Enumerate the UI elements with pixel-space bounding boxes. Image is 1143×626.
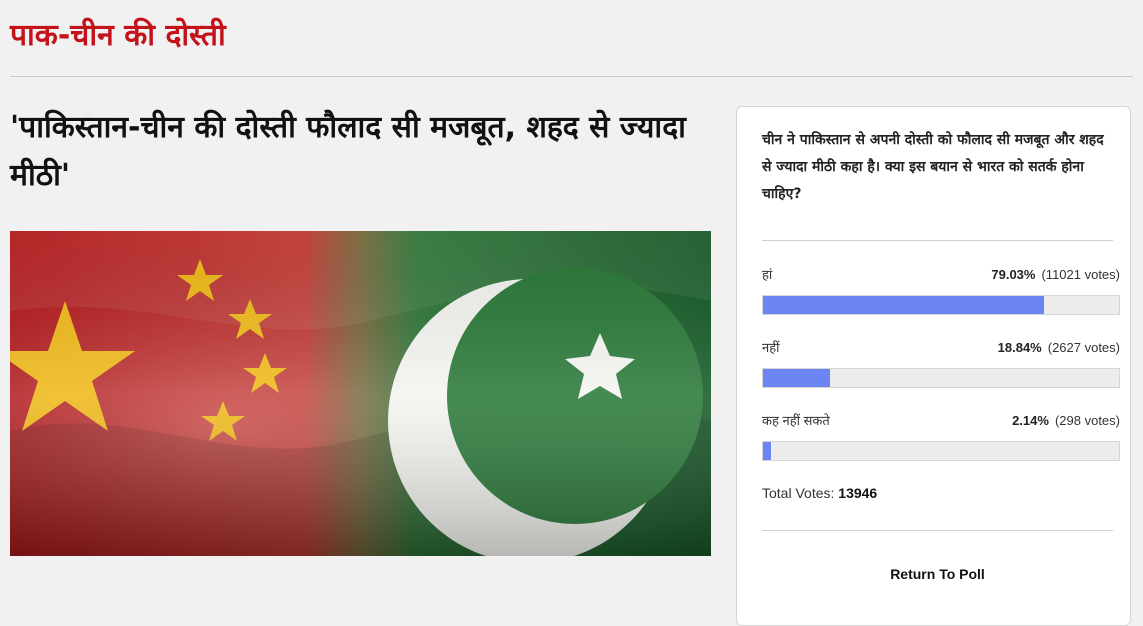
poll-result-bar xyxy=(762,295,1120,315)
poll-result-fill xyxy=(763,296,1045,314)
poll-option-percent: 18.84% xyxy=(997,340,1042,355)
divider xyxy=(10,76,1133,77)
poll-option: नहीं 18.84% (2627 votes) xyxy=(762,338,1120,388)
section-title[interactable]: पाक-चीन की दोस्ती xyxy=(10,14,226,58)
return-to-poll-button[interactable]: Return To Poll xyxy=(762,559,1113,589)
poll-option-label: कह नहीं सकते xyxy=(762,413,830,428)
poll-option-votes: (2627 votes) xyxy=(1047,340,1120,355)
china-pakistan-flags-image[interactable] xyxy=(10,231,711,556)
total-votes-value: 13946 xyxy=(838,485,878,501)
poll-option: हां 79.03% (11021 votes) xyxy=(762,265,1120,315)
poll-divider xyxy=(762,240,1113,241)
poll-result-bar xyxy=(762,368,1120,388)
poll-result-bar xyxy=(762,441,1120,461)
poll-option: कह नहीं सकते 2.14% (298 votes) xyxy=(762,411,1120,461)
poll-option-percent: 79.03% xyxy=(991,267,1036,282)
article-headline[interactable]: 'पाकिस्तान-चीन की दोस्ती फौलाद सी मजबूत,… xyxy=(10,104,710,200)
total-votes-label: Total Votes: xyxy=(762,485,835,501)
poll-result-fill xyxy=(763,442,771,460)
poll-result-fill xyxy=(763,369,831,387)
poll-question: चीन ने पाकिस्तान से अपनी दोस्ती को फौलाद… xyxy=(762,132,1104,202)
poll-widget: चीन ने पाकिस्तान से अपनी दोस्ती को फौलाद… xyxy=(736,106,1131,626)
flags-illustration xyxy=(10,231,711,556)
poll-divider xyxy=(762,530,1113,531)
poll-option-votes: (298 votes) xyxy=(1054,413,1120,428)
total-votes: Total Votes: 13946 xyxy=(762,485,877,501)
poll-option-label: हां xyxy=(762,267,773,282)
poll-option-votes: (11021 votes) xyxy=(1041,267,1120,282)
poll-option-label: नहीं xyxy=(762,340,780,355)
poll-option-percent: 2.14% xyxy=(1012,413,1049,428)
